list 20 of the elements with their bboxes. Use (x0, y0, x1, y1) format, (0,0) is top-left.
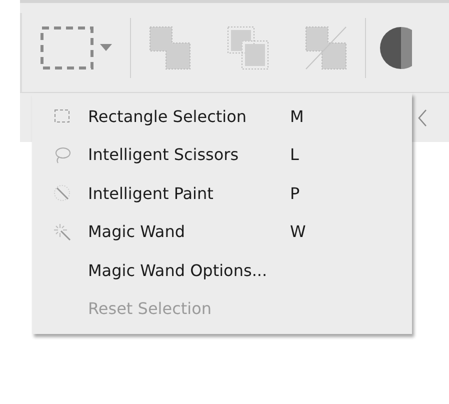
shortcut-label: W (290, 222, 306, 242)
shortcut-label: M (290, 106, 304, 126)
menu-item[interactable]: Rectangle Selection M (32, 97, 412, 136)
chevron-icon[interactable] (417, 108, 427, 126)
menu-item[interactable]: Intelligent Paint P (32, 174, 412, 212)
rectangle-select-icon[interactable] (40, 26, 94, 70)
menu-item[interactable]: Intelligent Scissors L (32, 136, 412, 174)
magic-wand-icon (53, 222, 71, 241)
brush-icon (53, 184, 71, 202)
menu-item[interactable]: Magic Wand Options... (32, 251, 412, 290)
shortcut-label: P (290, 184, 300, 203)
menu-item[interactable]: Magic Wand W (32, 212, 412, 251)
lasso-icon (53, 146, 71, 164)
overlapping-squares-icon[interactable] (226, 24, 270, 70)
rectangle-select-icon (53, 107, 71, 126)
shortcut-label: L (290, 145, 299, 164)
half-circle-icon[interactable] (378, 24, 412, 70)
caret-icon[interactable] (100, 44, 112, 51)
overlapping-squares-icon[interactable] (304, 24, 348, 70)
overlapping-squares-icon[interactable] (148, 24, 192, 70)
